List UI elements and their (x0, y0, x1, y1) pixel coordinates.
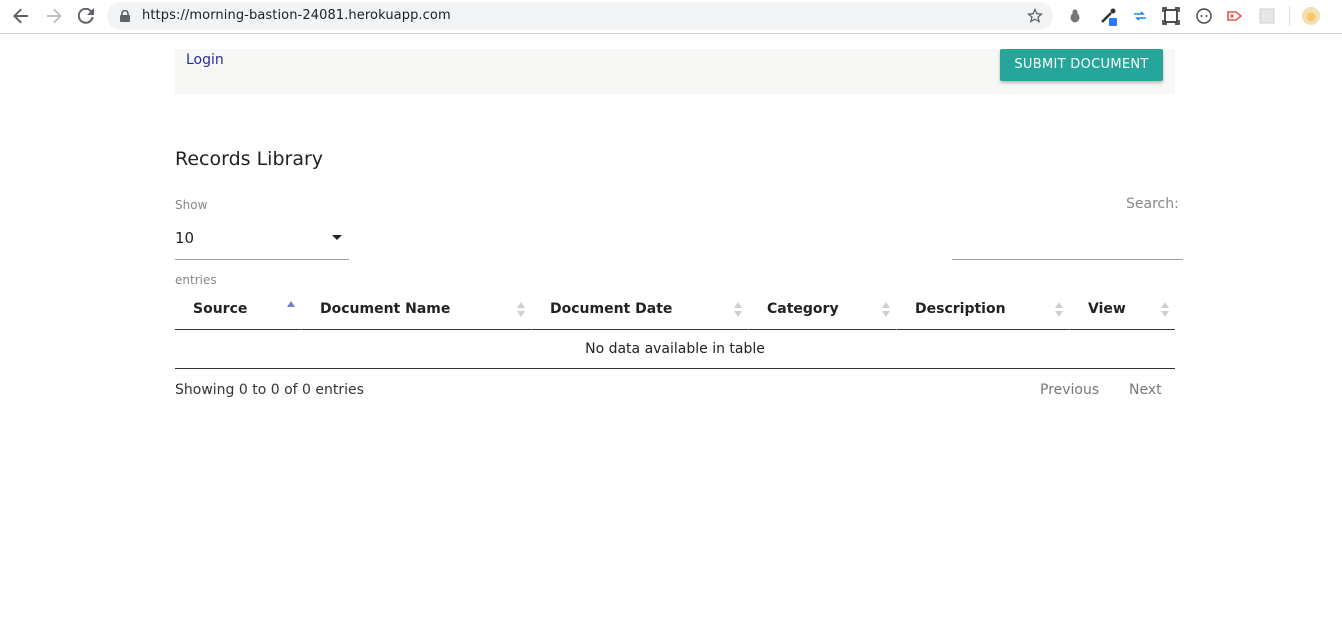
sort-icon (882, 302, 890, 318)
empty-table-message: No data available in table (175, 330, 1175, 369)
bookmark-star-icon[interactable] (1027, 8, 1043, 24)
login-link[interactable]: Login (186, 52, 224, 68)
column-header-label: Document Date (550, 301, 673, 317)
browser-toolbar: https://morning-bastion-24081.herokuapp.… (0, 0, 1342, 34)
column-header-source[interactable]: Source (175, 290, 301, 330)
grid-extension-icon[interactable] (1257, 6, 1277, 26)
record-extension-icon[interactable] (1225, 6, 1245, 26)
sort-ascending-icon (287, 301, 295, 317)
screenshot-extension-icon[interactable] (1161, 6, 1181, 26)
caret-down-icon (332, 235, 342, 240)
records-table: Source Document Name Document Date Categ… (175, 290, 1175, 369)
page-length-value: 10 (175, 229, 195, 247)
sort-icon (734, 302, 742, 318)
column-header-document-date[interactable]: Document Date (531, 290, 748, 330)
url-text: https://morning-bastion-24081.herokuapp.… (142, 8, 451, 23)
arrow-left-icon (13, 8, 28, 24)
show-label: Show (175, 198, 208, 212)
table-header: Source Document Name Document Date Categ… (175, 290, 1175, 330)
sort-icon (1055, 302, 1063, 318)
previous-page-button[interactable]: Previous (1040, 382, 1099, 398)
address-bar[interactable]: https://morning-bastion-24081.herokuapp.… (107, 2, 1053, 30)
swap-extension-icon[interactable] (1130, 6, 1150, 26)
arrow-right-icon (47, 8, 62, 24)
column-header-document-name[interactable]: Document Name (301, 290, 531, 330)
circle-extension-icon[interactable] (1194, 6, 1214, 26)
column-header-label: View (1088, 301, 1126, 317)
column-header-label: Category (767, 301, 839, 317)
column-header-label: Description (915, 301, 1006, 317)
search-input[interactable] (952, 224, 1183, 260)
page-title: Records Library (175, 148, 324, 170)
back-button[interactable] (9, 4, 33, 28)
next-page-button[interactable]: Next (1129, 382, 1162, 398)
column-header-view[interactable]: View (1069, 290, 1175, 330)
sort-icon (517, 302, 525, 318)
eyedropper-extension-icon[interactable] (1099, 6, 1119, 26)
column-header-label: Document Name (320, 301, 451, 317)
submit-document-button[interactable]: SUBMIT DOCUMENT (1000, 49, 1163, 81)
lock-icon (120, 10, 130, 22)
toolbar-divider (1289, 6, 1290, 26)
sort-icon (1161, 302, 1169, 318)
table-info: Showing 0 to 0 of 0 entries (175, 382, 364, 398)
column-header-category[interactable]: Category (748, 290, 896, 330)
reload-icon (78, 8, 94, 24)
column-header-label: Source (193, 301, 248, 317)
forward-button[interactable] (42, 4, 66, 28)
bug-extension-icon[interactable] (1065, 6, 1085, 26)
entries-label: entries (175, 273, 217, 287)
column-header-description[interactable]: Description (896, 290, 1069, 330)
reload-button[interactable] (74, 4, 98, 28)
profile-avatar[interactable] (1301, 6, 1321, 26)
search-label: Search: (1126, 196, 1179, 212)
top-bar: Login SUBMIT DOCUMENT (175, 49, 1175, 94)
page-length-select[interactable]: 10 (175, 224, 349, 260)
